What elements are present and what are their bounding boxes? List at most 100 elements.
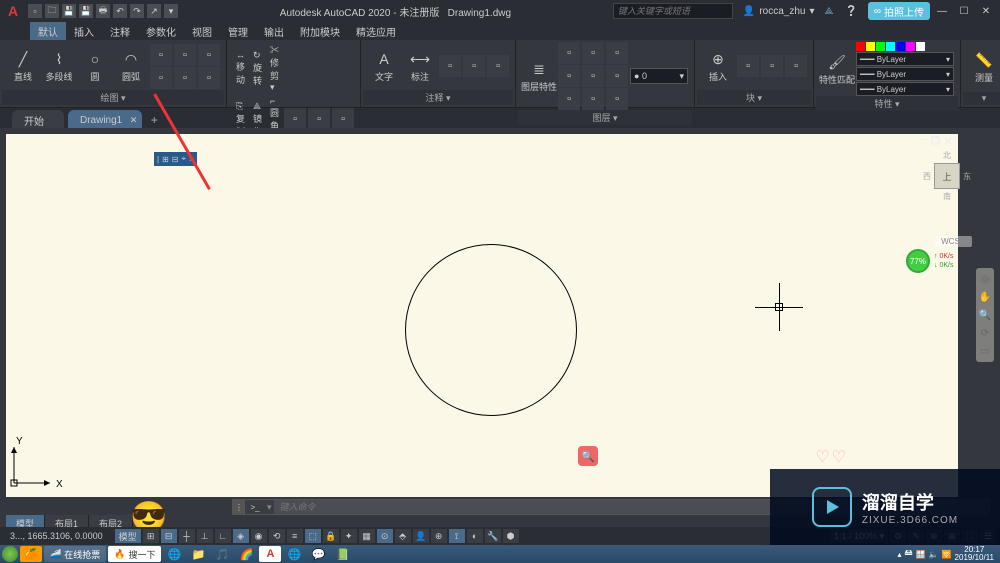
canvas-max-icon[interactable]: 🗖	[931, 134, 941, 151]
vp-single-icon[interactable]: ⊟	[172, 155, 179, 164]
status-otrack-toggle[interactable]: ◈	[233, 529, 249, 543]
panel-title[interactable]: 块 ▾	[697, 90, 811, 105]
tool-icon[interactable]: ▫	[174, 44, 196, 66]
canvas-min-icon[interactable]: —	[917, 134, 927, 151]
model-canvas[interactable]: — 🗖 🗙 | ⊞ ⊟ ⌖ × X Y 🔍 ♡♡	[6, 134, 958, 497]
tool-icon[interactable]: ▫	[606, 88, 628, 110]
viewcube-east[interactable]: 东	[963, 171, 971, 182]
taskbar-wechat-icon[interactable]: 💬	[307, 546, 329, 562]
nav-orbit-icon[interactable]: ⟳	[978, 326, 992, 340]
tool-icon[interactable]: ▫	[582, 42, 604, 64]
status-hw-toggle[interactable]: 👤	[413, 529, 429, 543]
qat-undo-icon[interactable]: ↶	[113, 4, 127, 18]
qat-plot-icon[interactable]: 🖶	[96, 4, 110, 18]
viewcube-north[interactable]: 北	[943, 150, 951, 161]
insert-button[interactable]: ⊕插入	[701, 44, 735, 88]
viewcube-top-face[interactable]: 上	[934, 163, 960, 189]
status-trans-toggle[interactable]: ≡	[287, 529, 303, 543]
nav-pan-icon[interactable]: ✋	[978, 290, 992, 304]
nav-wheel-icon[interactable]: ◎	[978, 272, 992, 286]
text-button[interactable]: A文字	[367, 44, 401, 88]
close-button[interactable]: ✕	[976, 3, 996, 19]
taskbar-app-icon[interactable]: 🍊	[20, 546, 42, 562]
help-search-input[interactable]	[613, 3, 733, 19]
file-tab-1[interactable]: Drawing1✕	[68, 110, 142, 128]
taskbar-ticket-item[interactable]: 🚄 在线抢票	[44, 546, 106, 562]
file-tab-0[interactable]: 开始	[12, 110, 64, 128]
ribbon-tab-5[interactable]: 管理	[220, 22, 256, 40]
circle-entity[interactable]	[405, 244, 577, 416]
panel-title[interactable]: 图层 ▾	[518, 110, 692, 125]
taskbar-ie-icon[interactable]: 🌐	[163, 546, 185, 562]
maximize-button[interactable]: ☐	[954, 3, 974, 19]
qat-open-icon[interactable]: 🗀	[45, 4, 59, 18]
layer-dropdown[interactable]: ● 0 ▾	[630, 68, 688, 84]
tool-icon[interactable]: ▫	[332, 108, 354, 130]
tool-icon[interactable]: ▫	[558, 65, 580, 87]
status-iso-toggle[interactable]: ∟	[215, 529, 231, 543]
qat-share-icon[interactable]: ↗	[147, 4, 161, 18]
status-snap-toggle[interactable]: ⊟	[161, 529, 177, 543]
color-swatch[interactable]	[916, 42, 925, 51]
status-sc-toggle[interactable]: ⬚	[305, 529, 321, 543]
status-pr-toggle[interactable]: ◐	[467, 529, 483, 543]
help-icon[interactable]: ❔	[845, 6, 857, 17]
tray-network-icon[interactable]: 🛜	[942, 550, 952, 559]
qat-more-icon[interactable]: ▾	[164, 4, 178, 18]
wcs-dropdown[interactable]: WCS ▾	[935, 236, 972, 247]
tool-icon[interactable]: ▫	[198, 44, 220, 66]
tool-icon[interactable]: ▫	[761, 55, 783, 77]
ribbon-tab-7[interactable]: 附加模块	[292, 22, 348, 40]
cmd-handle-icon[interactable]: ⋮	[233, 500, 245, 514]
ribbon-tab-1[interactable]: 插入	[66, 22, 102, 40]
cloud-upload-button[interactable]: ∞拍照上传	[868, 2, 930, 20]
tool-icon[interactable]: ▫	[150, 67, 172, 89]
taskbar-excel-icon[interactable]: 📗	[331, 546, 353, 562]
tray-expand-icon[interactable]: ▴	[898, 550, 902, 559]
canvas-close-icon[interactable]: 🗙	[944, 134, 952, 151]
match-button[interactable]: 🖌特性匹配	[820, 47, 854, 91]
color-swatch[interactable]	[866, 42, 875, 51]
tool-icon[interactable]: ▫	[487, 55, 509, 77]
taskbar-clock[interactable]: 20:172019/10/11	[955, 546, 994, 562]
color-swatch[interactable]	[856, 42, 865, 51]
property-dropdown[interactable]: ━━━ ByLayer ▾	[856, 82, 954, 96]
status-ws-toggle[interactable]: ✦	[341, 529, 357, 543]
tray-windows-icon[interactable]: 🪟	[916, 550, 926, 559]
tool-icon[interactable]: ▫	[150, 44, 172, 66]
measure-button[interactable]: 📏测量	[967, 45, 1000, 89]
autodesk-icon[interactable]: ⟁	[824, 6, 833, 17]
ribbon-tab-6[interactable]: 输出	[256, 22, 292, 40]
status-dyn-toggle[interactable]: ▦	[359, 529, 375, 543]
tool-icon[interactable]: ▫	[439, 55, 461, 77]
qat-redo-icon[interactable]: ↷	[130, 4, 144, 18]
status-ann-toggle[interactable]: 🔒	[323, 529, 339, 543]
start-button[interactable]	[2, 546, 18, 562]
tray-volume-icon[interactable]: 🔈	[929, 550, 939, 559]
color-swatch[interactable]	[886, 42, 895, 51]
tool-icon[interactable]: ▫	[308, 108, 330, 130]
close-tab-icon[interactable]: ✕	[130, 115, 138, 126]
taskbar-search-item[interactable]: 🔥 搜一下	[108, 546, 161, 562]
qat-new-icon[interactable]: ▫	[28, 4, 42, 18]
polyline-button[interactable]: ⌇多段线	[42, 44, 76, 88]
viewcube-west[interactable]: 西	[923, 171, 931, 182]
qat-saveas-icon[interactable]: 💾	[79, 4, 93, 18]
status-grid-toggle[interactable]: ⊞	[143, 529, 159, 543]
status-polar-toggle[interactable]: ⊥	[197, 529, 213, 543]
dim-button[interactable]: ⟷标注	[403, 44, 437, 88]
tool-icon[interactable]: ▫	[785, 55, 807, 77]
ribbon-tab-8[interactable]: 精选应用	[348, 22, 404, 40]
status-cm-toggle[interactable]: ⊕	[431, 529, 447, 543]
color-swatch[interactable]	[896, 42, 905, 51]
tool-icon[interactable]: ▫	[463, 55, 485, 77]
panel-title[interactable]: 注释 ▾	[363, 90, 513, 105]
modify-cmd[interactable]: ↻ 旋转	[250, 42, 265, 94]
tool-icon[interactable]: ▫	[198, 67, 220, 89]
navigation-bar[interactable]: ◎ ✋ 🔍 ⟳ ▭	[976, 268, 994, 362]
panel-title[interactable]: 绘图 ▾	[2, 90, 224, 105]
layers-button[interactable]: ≣图层特性	[522, 54, 556, 98]
status-lk-toggle[interactable]: ⟟	[449, 529, 465, 543]
tool-icon[interactable]: ▫	[558, 42, 580, 64]
model-paper-toggle[interactable]: 模型	[115, 529, 141, 543]
